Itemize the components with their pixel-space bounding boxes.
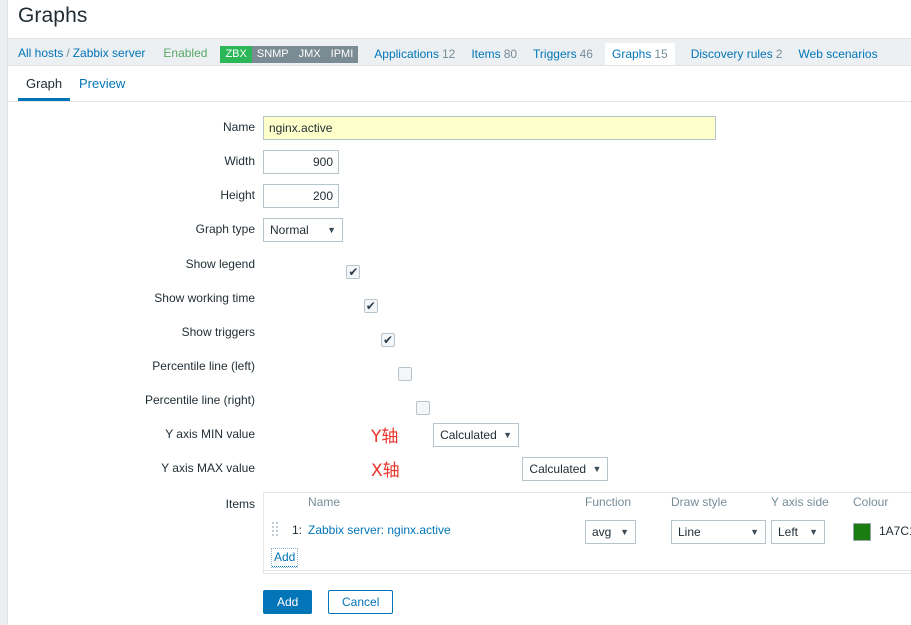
chevron-down-icon: ▼ [592, 464, 602, 474]
table-row: 1: Zabbix server: nginx.active avg ▼ Lin… [264, 515, 911, 549]
nav-item-items[interactable]: Items 80 [471, 44, 517, 64]
breadcrumb-host[interactable]: Zabbix server [73, 46, 146, 60]
percentile-right-checkbox[interactable] [415, 401, 430, 415]
interface-badge-ipmi: IPMI [325, 46, 359, 64]
item-y-axis-side-select[interactable]: Left ▼ [771, 520, 825, 544]
drag-handle-icon[interactable] [272, 522, 279, 538]
item-draw-style-select[interactable]: Line ▼ [671, 520, 766, 544]
y-axis-max-label: Y axis MAX value [161, 461, 255, 475]
items-label: Items [225, 497, 255, 511]
annotation-x-axis: X轴 [371, 461, 400, 481]
show-legend-label: Show legend [185, 257, 255, 271]
height-input[interactable] [263, 184, 339, 208]
show-working-time-checkbox[interactable] [363, 298, 378, 314]
chevron-down-icon: ▼ [503, 430, 513, 440]
graph-form: Name Width Height Graph type Normal ▼ Sh… [8, 102, 911, 625]
tab-strip: Graph Preview [8, 66, 911, 102]
interface-badge-zbx: ZBX [220, 46, 252, 64]
chevron-down-icon: ▼ [327, 225, 336, 235]
show-triggers-label: Show triggers [181, 325, 255, 339]
show-working-time-label: Show working time [154, 291, 255, 305]
chevron-down-icon: ▼ [750, 527, 759, 537]
show-triggers-checkbox[interactable] [381, 332, 396, 348]
nav-item-count: 12 [441, 46, 456, 61]
nav-item-discovery-rules[interactable]: Discovery rules 2 [691, 44, 783, 64]
left-gutter [0, 0, 8, 625]
item-function-value: avg [592, 525, 612, 539]
breadcrumb-all-hosts[interactable]: All hosts [18, 46, 63, 60]
items-table-header: Name Function Draw style Y axis side Col… [264, 493, 911, 515]
nav-item-label: Discovery rules [690, 46, 773, 61]
percentile-right-label: Percentile line (right) [144, 393, 255, 407]
object-nav: Applications 12 Items 80 Triggers 46 Graphs 15 D… [358, 42, 878, 65]
show-legend-checkbox[interactable] [346, 264, 361, 280]
zabbix-graph-config-page: Graphs All hosts / Zabbix server Enabled ZBX… [0, 0, 911, 625]
interface-badges: ZBX SNMP JMX IPMI [220, 40, 359, 65]
item-colour-swatch[interactable] [853, 523, 871, 541]
nav-item-label: Graphs [611, 46, 652, 61]
nav-item-graphs[interactable]: Graphs 15 [604, 42, 675, 65]
column-header-colour: Colour [853, 495, 889, 509]
chevron-down-icon: ▼ [620, 527, 629, 537]
item-y-axis-side-value: Left [778, 525, 799, 539]
height-label: Height [220, 188, 255, 202]
nav-item-count: 2 [775, 46, 783, 61]
width-input[interactable] [263, 150, 339, 174]
item-colour-code: 1A7C1 [879, 524, 911, 538]
nav-item-count: 46 [579, 46, 593, 61]
column-header-y-axis-side: Y axis side [771, 495, 829, 509]
graph-type-select[interactable]: Normal ▼ [263, 218, 343, 242]
y-axis-min-value: Calculated [440, 428, 497, 442]
nav-item-applications[interactable]: Applications 12 [374, 44, 455, 64]
tab-preview[interactable]: Preview [71, 72, 133, 101]
percentile-left-checkbox[interactable] [398, 367, 413, 381]
graph-type-label: Graph type [195, 222, 255, 236]
column-header-name: Name [308, 495, 341, 509]
nav-item-label: Web scenarios [798, 46, 878, 61]
name-input[interactable] [263, 116, 716, 140]
nav-item-label: Items [471, 46, 501, 61]
breadcrumb-separator: / [66, 46, 70, 60]
page-title: Graphs [18, 4, 88, 27]
items-table: Name Function Draw style Y axis side Col… [263, 492, 911, 574]
nav-item-triggers[interactable]: Triggers 46 [533, 44, 593, 64]
add-item-link[interactable]: Add [270, 548, 299, 568]
item-index: 1: [292, 523, 303, 537]
breadcrumb-bar: All hosts / Zabbix server Enabled ZBX SNMP JMX… [8, 38, 911, 66]
y-axis-min-label: Y axis MIN value [165, 427, 255, 441]
cancel-button[interactable]: Cancel [328, 590, 394, 614]
item-name-link[interactable]: Zabbix server: nginx.active [308, 523, 451, 537]
width-label: Width [224, 154, 255, 168]
nav-item-count: 15 [654, 46, 668, 61]
submit-button[interactable]: Add [263, 590, 313, 614]
form-footer-divider [263, 570, 911, 571]
percentile-left-label: Percentile line (left) [152, 359, 255, 373]
annotation-y-axis: Y轴 [371, 427, 399, 447]
host-status: Enabled [163, 46, 208, 60]
nav-item-label: Applications [374, 46, 439, 61]
name-label: Name [222, 120, 255, 134]
page-header: Graphs [8, 0, 911, 38]
item-function-select[interactable]: avg ▼ [585, 520, 636, 544]
nav-item-label: Triggers [533, 46, 577, 61]
interface-badge-snmp: SNMP [251, 46, 294, 64]
column-header-draw-style: Draw style [671, 495, 728, 509]
interface-badge-jmx: JMX [293, 46, 326, 64]
column-header-function: Function [585, 495, 632, 509]
graph-type-value: Normal [270, 223, 309, 237]
y-axis-max-select[interactable]: Calculated ▼ [522, 457, 609, 481]
tab-graph[interactable]: Graph [18, 72, 71, 101]
nav-item-web-scenarios[interactable]: Web scenarios [798, 44, 877, 64]
y-axis-min-select[interactable]: Calculated ▼ [433, 423, 520, 447]
y-axis-max-value: Calculated [529, 462, 587, 476]
item-draw-style-value: Line [678, 525, 701, 539]
nav-item-count: 80 [503, 46, 518, 61]
chevron-down-icon: ▼ [809, 527, 818, 537]
